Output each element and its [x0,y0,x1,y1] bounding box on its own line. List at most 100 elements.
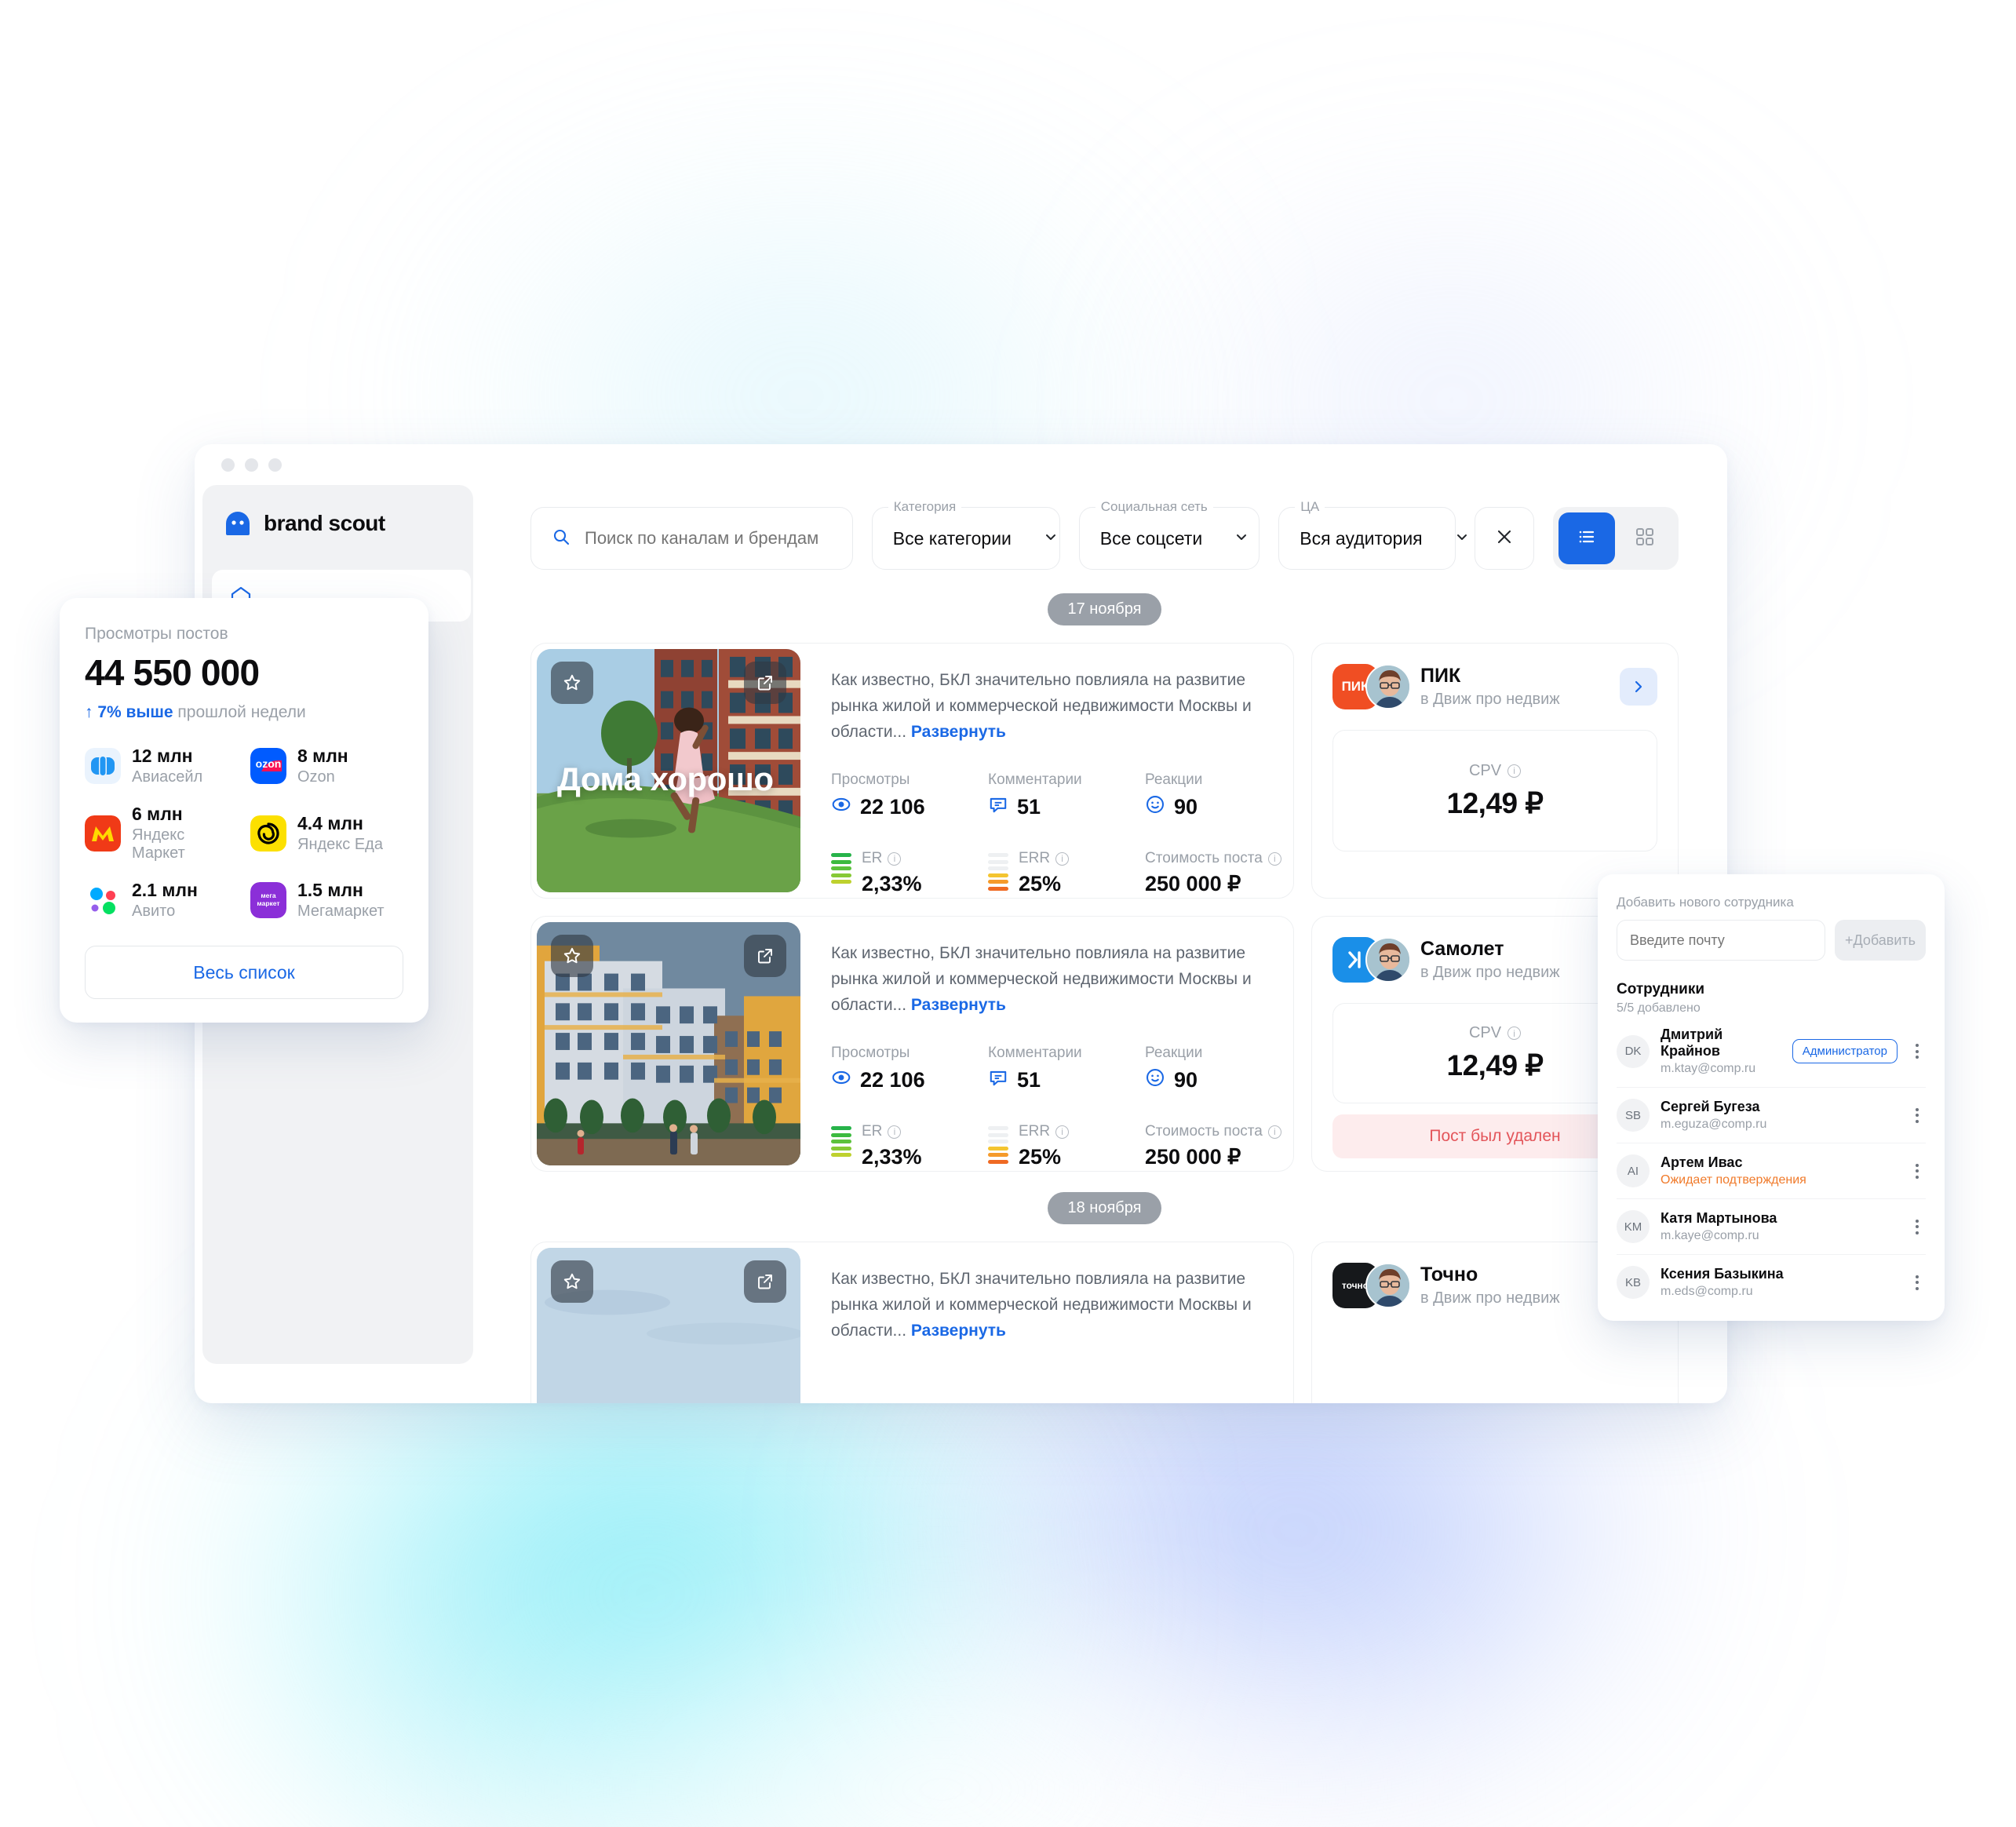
chevron-down-icon [1043,529,1059,549]
list-item[interactable]: ozon 8 млн Ozon [250,746,403,786]
post-expand-link[interactable]: Развернуть [911,996,1006,1014]
metric-comments-value: 51 [1017,1068,1041,1092]
post-card[interactable]: Как известно, БКЛ значительно повлияла н… [530,916,1294,1172]
filter-audience-value: Вся аудитория [1300,527,1423,549]
post-body: Как известно, БКЛ значительно повлияла н… [806,1242,1293,1403]
favorite-button[interactable] [551,1260,593,1303]
list-item-label: Яндекс Маркет [132,826,185,862]
info-icon[interactable]: i [888,852,902,866]
info-icon[interactable]: i [1055,1125,1070,1139]
metric-reactions-label: Реакции [1145,1045,1203,1061]
metric-reactions-value: 90 [1174,795,1198,819]
list-item[interactable]: 6 млн Яндекс Маркет [85,804,238,862]
yandex-market-logo-icon [85,815,121,852]
svg-text:мега: мега [261,892,276,899]
info-icon[interactable]: i [1267,1125,1281,1139]
brand-channel: в Движ про недвиж [1420,964,1560,981]
search-box[interactable] [530,507,853,570]
post-thumbnail[interactable] [537,922,800,1165]
svg-text:ozon: ozon [256,757,282,770]
more-options-icon[interactable] [1908,1163,1926,1179]
employee-name: Дмитрий Крайнов [1661,1027,1723,1059]
views-delta-strong: 7% выше [97,703,173,721]
post-expand-link[interactable]: Развернуть [911,1322,1006,1340]
comment-icon [988,1067,1008,1093]
clear-filters-button[interactable] [1475,507,1535,570]
open-external-button[interactable] [744,935,786,977]
avatar-group [1332,937,1411,983]
brand-card[interactable]: ПИК ПИК в Движ про недвиж CPV i 12,49 ₽ [1311,643,1679,899]
date-separator: 18 ноября [530,1192,1679,1224]
grid-view-button[interactable] [1617,512,1673,564]
post-views-card: Просмотры постов 44 550 000 ↑ 7% выше пр… [60,598,428,1023]
post-row: Как известно, БКЛ значительно повлияла н… [530,916,1679,1172]
post-card[interactable]: Как известно, БКЛ значительно повлияла н… [530,1242,1294,1403]
filter-category-legend: Категория [888,498,962,516]
more-options-icon[interactable] [1908,1044,1926,1059]
filter-category[interactable]: Категория Все категории [871,498,1060,570]
post-body: Как известно, БКЛ значительно повлияла н… [806,644,1293,898]
list-icon [1576,526,1598,552]
list-item[interactable]: 12 млн Авиасейл [85,746,238,786]
employee-email-input[interactable] [1617,920,1825,961]
list-item[interactable]: KM Катя Мартынова m.kaye@comp.ru [1617,1199,1926,1255]
list-item[interactable]: AI Артем Ивас Ожидает подтверждения [1617,1143,1926,1199]
employees-panel: Добавить нового сотрудника +Добавить Сот… [1598,874,1945,1321]
info-icon[interactable]: i [1507,1027,1522,1040]
status-badge[interactable]: Администратор [1792,1039,1898,1063]
list-item[interactable]: 2.1 млн Авито [85,880,238,921]
favorite-button[interactable] [551,935,593,977]
brand-channel: в Движ про недвиж [1420,691,1560,708]
list-item-value: 1.5 млн [297,880,363,900]
window-maximize-dot[interactable] [268,458,282,472]
brand-logo-row[interactable]: brand scout [223,509,453,538]
brand-name: Точно [1420,1264,1478,1285]
info-icon[interactable]: i [1507,764,1522,778]
favorite-button[interactable] [551,662,593,704]
brand-open-button[interactable] [1620,668,1657,706]
post-thumbnail[interactable] [537,1248,800,1403]
list-item[interactable]: мега маркет 1.5 млн Мегамаркет [250,880,403,921]
list-item[interactable]: 4.4 млн Яндекс Еда [250,804,403,862]
brand-name: Самолет [1420,938,1504,960]
more-options-icon[interactable] [1908,1107,1926,1123]
yandex-eda-logo-icon [250,815,286,852]
avatar: DK [1617,1034,1650,1068]
open-external-button[interactable] [744,1260,786,1303]
post-text-content: Как известно, БКЛ значительно повлияла н… [831,671,1252,741]
list-item-value: 4.4 млн [297,812,363,833]
metric-reactions: Реакции 90 [1145,1045,1293,1093]
list-item[interactable]: DK Дмитрий Крайнов m.ktay@comp.ru Админи… [1617,1016,1926,1088]
list-item[interactable]: KB Ксения Базыкина m.eds@comp.ru [1617,1255,1926,1310]
post-thumbnail[interactable]: Дома хорошо [537,649,800,892]
cpv-value: 12,49 ₽ [1446,786,1544,819]
avatar-group: точно [1332,1263,1411,1308]
metric-comments-label: Комментарии [988,1045,1082,1061]
err-bars-icon [988,853,1008,891]
list-view-button[interactable] [1558,512,1616,564]
author-avatar [1365,1263,1411,1308]
add-employee-button[interactable]: +Добавить [1835,920,1926,961]
post-expand-link[interactable]: Развернуть [911,723,1006,741]
window-close-dot[interactable] [221,458,235,472]
info-icon[interactable]: i [1267,852,1281,866]
info-icon[interactable]: i [1055,852,1070,866]
window-minimize-dot[interactable] [245,458,258,472]
metric-views: Просмотры 22 106 [831,1045,988,1093]
more-options-icon[interactable] [1908,1275,1926,1290]
filter-audience[interactable]: ЦА Вся аудитория [1278,498,1467,570]
avatar: KM [1617,1210,1650,1243]
avatar: KB [1617,1266,1650,1299]
search-icon [552,527,571,550]
info-icon[interactable]: i [888,1125,902,1139]
metric-er-value: 2,33% [862,1145,922,1169]
eye-icon [831,794,851,820]
more-options-icon[interactable] [1908,1219,1926,1234]
list-item[interactable]: SB Сергей Бугеза m.eguza@comp.ru [1617,1088,1926,1143]
open-external-button[interactable] [744,662,786,704]
filter-social-network[interactable]: Социальная сеть Все соцсети [1078,498,1260,570]
search-input[interactable] [585,528,832,549]
date-badge: 17 ноября [1047,593,1162,625]
view-full-list-button[interactable]: Весь список [85,946,403,999]
post-card[interactable]: Дома хорошо Как известно, БКЛ значительн… [530,643,1294,899]
